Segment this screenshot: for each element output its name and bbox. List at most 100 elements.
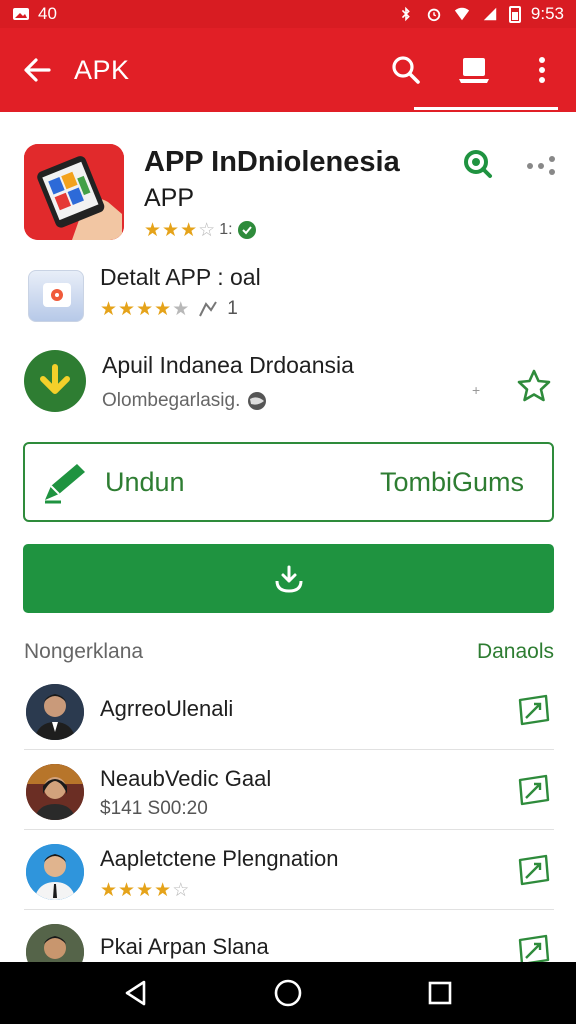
nav-recents-button[interactable] — [410, 963, 470, 1023]
star-icon: ★ — [154, 298, 172, 320]
install-small-mark: + — [472, 382, 481, 398]
list-item-action[interactable] — [516, 852, 552, 888]
app-search-button[interactable] — [462, 148, 494, 180]
install-app-icon — [24, 350, 86, 412]
install-row[interactable]: Apuil Indanea Drdoansia Olombegarlasig. … — [22, 346, 556, 422]
gallery-icon — [43, 283, 71, 307]
status-time: 9:53 — [530, 4, 564, 23]
signal-icon — [483, 7, 497, 21]
star-icon: ★ — [154, 880, 172, 901]
list-item-title: Pkai Arpan Slana — [100, 934, 269, 959]
star-icon: ★ — [144, 219, 162, 241]
install-button[interactable] — [23, 544, 554, 613]
star-icon: ★ — [162, 219, 180, 241]
list-item-action[interactable] — [516, 772, 552, 808]
detail-row[interactable]: Detalt APP : oal ★ ★ ★ ★ ★ 1 — [24, 262, 554, 332]
star-icon: ★ — [136, 298, 154, 320]
search-icon — [464, 150, 492, 178]
list-item-subtitle: $141 S00:20 — [100, 798, 208, 819]
verified-icon — [237, 221, 256, 239]
section-link[interactable]: Danaols — [477, 640, 554, 664]
circle-home-icon — [274, 979, 302, 1007]
status-left-text: 40 — [38, 4, 57, 23]
list-item-action[interactable] — [516, 692, 552, 728]
app-header-card[interactable]: APP InDniolenesia APP ★ ★ ★ ☆ 1: — [8, 128, 568, 246]
app-bar-title: APK — [74, 54, 130, 85]
install-subtitle: Olombegarlasig. — [102, 390, 241, 411]
detail-title: Detalt APP : oal — [100, 264, 261, 290]
list-item-title: AgrreoUlenali — [100, 696, 234, 721]
list-item[interactable]: Aapletctene Plengnation ★ ★ ★ ★ ☆ — [24, 830, 554, 910]
cast-icon — [459, 58, 489, 83]
avatar — [26, 844, 84, 900]
favorite-button[interactable] — [516, 368, 552, 404]
nav-back-button[interactable] — [106, 963, 166, 1023]
edit-pencil-icon — [45, 464, 85, 504]
globe-icon — [248, 392, 267, 410]
star-outline-icon — [517, 369, 551, 402]
star-half-icon: ★ — [172, 298, 190, 320]
alarm-icon — [427, 8, 441, 22]
list-item[interactable]: AgrreoUlenali — [24, 670, 554, 750]
star-icon: ★ — [100, 298, 118, 320]
battery-icon — [508, 5, 521, 23]
star-empty-icon: ☆ — [198, 219, 216, 241]
download-icon — [275, 565, 302, 593]
star-icon: ★ — [118, 298, 136, 320]
download-outline-button[interactable]: Undun TombiGums — [23, 442, 554, 522]
triangle-back-icon — [125, 980, 146, 1006]
star-icon: ★ — [100, 880, 118, 901]
back-button[interactable] — [0, 28, 74, 112]
user-list: AgrreoUlenali NeaubVedic Gaal $141 S00:2… — [0, 670, 576, 990]
star-empty-icon: ☆ — [172, 880, 190, 901]
app-title: APP InDniolenesia — [144, 146, 400, 178]
more-options-button[interactable] — [508, 28, 576, 112]
nav-home-button[interactable] — [258, 963, 318, 1023]
outline-button-label: Undun — [105, 466, 185, 497]
avatar — [26, 684, 84, 740]
more-vert-icon — [539, 57, 545, 83]
image-notification-icon — [13, 8, 29, 20]
section-header: Nongerklana Danaols — [24, 636, 554, 668]
person-avatar-icon — [26, 684, 84, 740]
avatar — [26, 764, 84, 820]
app-more-button[interactable] — [524, 152, 558, 176]
rating-text: 1: — [219, 221, 233, 238]
image-edit-icon — [518, 854, 550, 886]
list-item-title: NeaubVedic Gaal — [100, 766, 272, 791]
person-avatar-icon — [26, 844, 84, 900]
arrow-down-icon — [40, 364, 70, 394]
phone-in-hand-icon — [24, 144, 124, 240]
status-bar: 40 9:53 — [0, 0, 576, 28]
more-dots-icon — [527, 156, 555, 175]
detail-rating-count: 1 — [227, 298, 238, 319]
person-avatar-icon — [26, 764, 84, 820]
detail-rating: ★ ★ ★ ★ ★ 1 — [100, 298, 238, 320]
app-rating: ★ ★ ★ ☆ 1: — [144, 220, 257, 240]
list-item-title: Aapletctene Plengnation — [100, 846, 339, 871]
arrow-left-icon — [24, 58, 51, 82]
rating-stars: ★ ★ ★ ★ ☆ — [100, 881, 189, 900]
list-item[interactable]: NeaubVedic Gaal $141 S00:20 — [24, 750, 554, 830]
app-icon — [24, 144, 124, 240]
image-edit-icon — [518, 774, 550, 806]
detail-app-icon — [28, 270, 84, 322]
app-subtitle: APP — [144, 184, 195, 212]
cast-button[interactable] — [414, 28, 558, 112]
star-icon: ★ — [180, 219, 198, 241]
search-button[interactable] — [372, 28, 440, 112]
install-subtitle-row: Olombegarlasig. — [102, 390, 268, 412]
square-recents-icon — [428, 981, 452, 1005]
star-icon: ★ — [136, 880, 154, 901]
app-bar: APK — [0, 28, 576, 112]
system-nav-bar — [0, 962, 576, 1024]
rating-stars: ★ ★ ★ ☆ — [144, 221, 215, 240]
bluetooth-icon — [401, 6, 410, 22]
outline-button-right-label: TombiGums — [379, 466, 524, 497]
search-icon — [392, 56, 420, 84]
image-edit-icon — [518, 694, 550, 726]
star-icon: ★ — [118, 880, 136, 901]
list-item-rating: ★ ★ ★ ★ ☆ — [100, 880, 189, 902]
wifi-icon — [454, 7, 470, 21]
share-icon — [199, 301, 218, 317]
